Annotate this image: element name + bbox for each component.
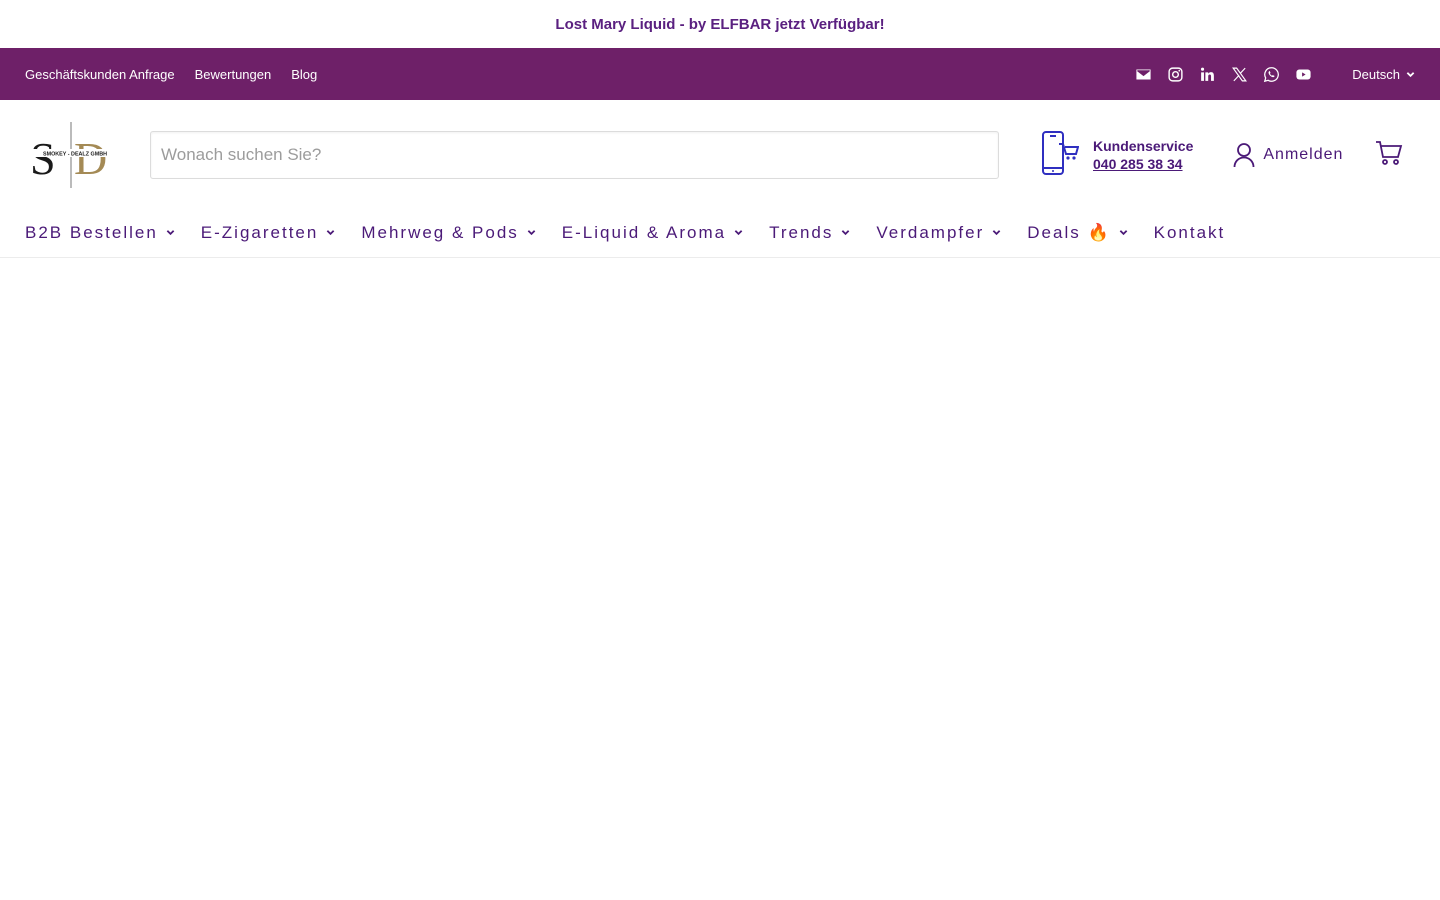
nav-item-label: Deals 🔥: [1027, 222, 1111, 242]
utility-right: Deutsch: [1134, 65, 1415, 83]
nav-item-trends[interactable]: Trends: [769, 223, 850, 243]
nav-item-deals[interactable]: Deals 🔥: [1027, 223, 1127, 243]
chevron-down-icon: [1406, 71, 1415, 77]
user-icon: [1233, 143, 1255, 168]
chevron-down-icon: [842, 230, 850, 236]
nav-item-label: Mehrweg & Pods: [361, 222, 519, 242]
chevron-down-icon: [734, 230, 743, 236]
blog-link[interactable]: Blog: [291, 67, 317, 82]
svg-text:S: S: [30, 133, 56, 184]
nav-item-label: E-Zigaretten: [200, 222, 319, 242]
business-inquiry-link[interactable]: Geschäftskunden Anfrage: [25, 67, 175, 82]
service-phone-link[interactable]: 040 285 38 34: [1093, 156, 1193, 172]
reviews-link[interactable]: Bewertungen: [195, 67, 272, 82]
cart-button[interactable]: [1375, 140, 1403, 171]
search-input[interactable]: [150, 131, 999, 179]
chevron-down-icon: [327, 230, 335, 236]
whatsapp-icon[interactable]: [1262, 65, 1280, 83]
nav-item-e-liquid[interactable]: E-Liquid & Aroma: [562, 223, 743, 243]
mail-icon[interactable]: [1134, 65, 1152, 83]
chevron-down-icon: [166, 230, 175, 236]
chevron-down-icon: [527, 230, 536, 236]
svg-text:D: D: [74, 133, 107, 184]
nav-item-label: E-Liquid & Aroma: [561, 222, 727, 242]
nav-item-verdampfer[interactable]: Verdampfer: [876, 223, 1001, 243]
header-main: S D SMOKEY - DEALZ GMBH Kundenservice 04…: [0, 100, 1440, 210]
nav-item-label: Kontakt: [1153, 222, 1226, 242]
login-button[interactable]: Anmelden: [1233, 142, 1343, 168]
youtube-icon[interactable]: [1294, 65, 1312, 83]
nav-item-b2b[interactable]: B2B Bestellen: [25, 223, 175, 243]
service-text: Kundenservice 040 285 38 34: [1093, 138, 1193, 172]
chevron-down-icon: [1119, 230, 1127, 236]
x-icon[interactable]: [1230, 65, 1248, 83]
logo-text: SMOKEY - DEALZ GMBH: [43, 152, 107, 158]
site-logo[interactable]: S D SMOKEY - DEALZ GMBH: [25, 119, 125, 191]
announcement-bar: Lost Mary Liquid - by ELFBAR jetzt Verfü…: [0, 0, 1440, 48]
announcement-link[interactable]: Lost Mary Liquid - by ELFBAR jetzt Verfü…: [555, 16, 884, 33]
nav-item-mehrweg-pods[interactable]: Mehrweg & Pods: [361, 222, 536, 243]
social-links: [1134, 65, 1312, 83]
main-navigation: B2B Bestellen E-Zigaretten Mehrweg & Pod…: [0, 210, 1440, 258]
cart-icon: [1376, 140, 1403, 165]
nav-item-label: Verdampfer: [876, 222, 985, 242]
linkedin-icon[interactable]: [1198, 65, 1216, 83]
phone-cart-icon: [1041, 130, 1080, 181]
page-content: [0, 258, 1440, 898]
nav-item-kontakt[interactable]: Kontakt: [1154, 223, 1226, 243]
chevron-down-icon: [992, 230, 1001, 236]
nav-item-label: Trends: [769, 222, 834, 242]
utility-links: Geschäftskunden Anfrage Bewertungen Blog: [25, 67, 317, 82]
utility-bar: Geschäftskunden Anfrage Bewertungen Blog: [0, 48, 1440, 100]
nav-item-e-zigaretten[interactable]: E-Zigaretten: [201, 223, 336, 243]
instagram-icon[interactable]: [1166, 65, 1184, 83]
nav-item-label: B2B Bestellen: [25, 222, 158, 242]
language-label: Deutsch: [1352, 66, 1400, 82]
service-title: Kundenservice: [1093, 138, 1194, 154]
customer-service[interactable]: Kundenservice 040 285 38 34: [1041, 130, 1193, 181]
language-selector[interactable]: Deutsch: [1352, 67, 1415, 82]
login-label: Anmelden: [1263, 146, 1344, 163]
